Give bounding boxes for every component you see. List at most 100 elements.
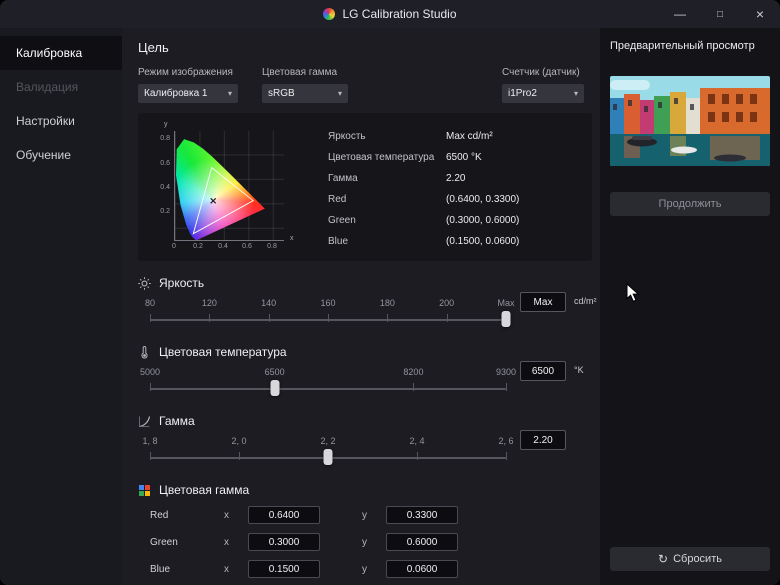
color-gamut-label: Цветовая гамма	[262, 67, 338, 78]
title-bar: LG Calibration Studio — □ ×	[0, 0, 780, 28]
temperature-slider-handle[interactable]	[270, 380, 280, 396]
red-x-field[interactable]: 0.6400	[248, 506, 320, 524]
summary-row: Гамма 2.20	[328, 173, 466, 184]
y-tick: 0.8	[160, 135, 170, 142]
window-controls: — □ ×	[660, 0, 780, 28]
brightness-title: Яркость	[159, 276, 205, 290]
temperature-value-field[interactable]: 6500	[520, 361, 566, 381]
scale-tick: 200	[439, 298, 455, 308]
summary-row: Red (0.6400, 0.3300)	[328, 194, 520, 205]
mouse-cursor	[626, 283, 640, 302]
window-title: LG Calibration Studio	[342, 7, 457, 21]
scale-tick: 5000	[139, 367, 161, 377]
app-logo-icon	[323, 8, 336, 20]
chevron-down-icon: ▾	[227, 89, 232, 98]
y-tick: 0.6	[160, 160, 170, 167]
gamut-row-red: Red x 0.6400 y 0.3300	[150, 505, 592, 525]
red-y-field[interactable]: 0.3300	[386, 506, 458, 524]
srgb-triangle	[192, 166, 255, 235]
gamut-row-blue: Blue x 0.1500 y 0.0600	[150, 559, 592, 579]
brightness-value-field[interactable]: Max	[520, 292, 566, 312]
scale-tick: 1, 8	[142, 436, 158, 446]
picture-mode-value: Калибровка 1	[144, 88, 208, 99]
continue-button[interactable]: Продолжить	[610, 192, 770, 216]
x-axis-label: x	[290, 235, 294, 242]
chromaticity-chart: y 0.2 0.4 0.6 0.8 0 0.2 0.4 0.6 0.8 x	[150, 121, 308, 251]
color-gamut-icon	[139, 484, 150, 496]
y-coordinate-label: y	[362, 563, 367, 575]
temperature-icon	[141, 345, 148, 358]
gamma-icon	[139, 415, 151, 427]
reset-button[interactable]: ↻ Сбросить	[610, 547, 770, 571]
target-controls: Режим изображения Калибровка 1 ▾ Цветова…	[138, 67, 592, 103]
scale-tick: Max	[497, 298, 515, 308]
app-window: LG Calibration Studio — □ × Калибровка В…	[0, 0, 780, 585]
maximize-button[interactable]: □	[700, 0, 740, 28]
target-summary-panel: y 0.2 0.4 0.6 0.8 0 0.2 0.4 0.6 0.8 x Яр…	[138, 113, 592, 261]
scale-tick: 9300	[495, 367, 517, 377]
blue-x-field[interactable]: 0.1500	[248, 560, 320, 578]
preview-image	[610, 76, 770, 166]
scale-tick: 2, 0	[231, 436, 247, 446]
blue-y-field[interactable]: 0.0600	[386, 560, 458, 578]
reset-icon: ↻	[658, 552, 669, 566]
brightness-slider-track[interactable]	[150, 319, 506, 321]
scale-tick: 180	[379, 298, 395, 308]
chevron-down-icon: ▾	[573, 89, 578, 98]
scale-tick: 2, 4	[409, 436, 425, 446]
gamut-row-green: Green x 0.3000 y 0.6000	[150, 532, 592, 552]
x-tick: 0.6	[242, 243, 252, 250]
x-coordinate-label: x	[224, 536, 229, 548]
temperature-unit: °K	[574, 365, 584, 375]
minimize-button[interactable]: —	[660, 0, 700, 28]
sidebar-item-calibration[interactable]: Калибровка	[0, 36, 122, 70]
preview-title: Предварительный просмотр	[610, 40, 755, 52]
temperature-slider-track[interactable]	[150, 388, 506, 390]
brightness-section: Яркость 80 120 140 160 180 200 Max Max c…	[138, 276, 597, 330]
sidebar-item-training[interactable]: Обучение	[0, 138, 122, 172]
gamma-slider-handle[interactable]	[323, 449, 333, 465]
gamut-section: Цветовая гамма Red x 0.6400 y 0.3300 Gre…	[138, 483, 592, 579]
x-tick: 0	[172, 243, 176, 250]
close-button[interactable]: ×	[740, 0, 780, 28]
color-gamut-value: sRGB	[268, 88, 295, 99]
gamma-section: Гамма 1, 8 2, 0 2, 2 2, 4 2, 6 2.20	[138, 414, 592, 468]
temperature-title: Цветовая температура	[159, 345, 287, 359]
gamma-value-field[interactable]: 2.20	[520, 430, 566, 450]
brightness-unit: cd/m²	[574, 296, 597, 306]
picture-mode-label: Режим изображения	[138, 67, 233, 78]
temperature-section: Цветовая температура 5000 6500 8200 9300…	[138, 345, 592, 399]
brightness-icon	[138, 276, 151, 290]
main-content: Цель Режим изображения Калибровка 1 ▾ Цв…	[122, 28, 600, 585]
sidebar: Калибровка Валидация Настройки Обучение	[0, 28, 122, 585]
sidebar-item-settings[interactable]: Настройки	[0, 104, 122, 138]
green-y-field[interactable]: 0.6000	[386, 533, 458, 551]
x-tick: 0.4	[218, 243, 228, 250]
y-coordinate-label: y	[362, 509, 367, 521]
chevron-down-icon: ▾	[337, 89, 342, 98]
picture-mode-select[interactable]: Калибровка 1 ▾	[138, 84, 238, 103]
brightness-slider-handle[interactable]	[501, 311, 511, 327]
y-axis-label: y	[164, 121, 168, 128]
green-x-field[interactable]: 0.3000	[248, 533, 320, 551]
sensor-value: i1Pro2	[508, 88, 537, 99]
sensor-select[interactable]: i1Pro2 ▾	[502, 84, 584, 103]
scale-tick: 2, 6	[498, 436, 514, 446]
reset-label: Сбросить	[673, 553, 722, 565]
summary-row: Green (0.3000, 0.6000)	[328, 215, 520, 226]
color-gamut-select[interactable]: sRGB ▾	[262, 84, 348, 103]
white-point-marker	[210, 197, 217, 204]
x-tick: 0.8	[267, 243, 277, 250]
scale-tick: 6500	[264, 367, 285, 377]
y-tick: 0.2	[160, 208, 170, 215]
y-coordinate-label: y	[362, 536, 367, 548]
scale-tick: 2, 2	[320, 436, 336, 446]
gamma-title: Гамма	[159, 414, 195, 428]
sensor-label: Счетчик (датчик)	[502, 67, 580, 78]
summary-row: Цветовая температура 6500 °K	[328, 152, 482, 163]
summary-row: Blue (0.1500, 0.0600)	[328, 236, 520, 247]
sidebar-item-validation[interactable]: Валидация	[0, 70, 122, 104]
scale-tick: 120	[201, 298, 217, 308]
scale-tick: 140	[261, 298, 277, 308]
scale-tick: 160	[320, 298, 336, 308]
